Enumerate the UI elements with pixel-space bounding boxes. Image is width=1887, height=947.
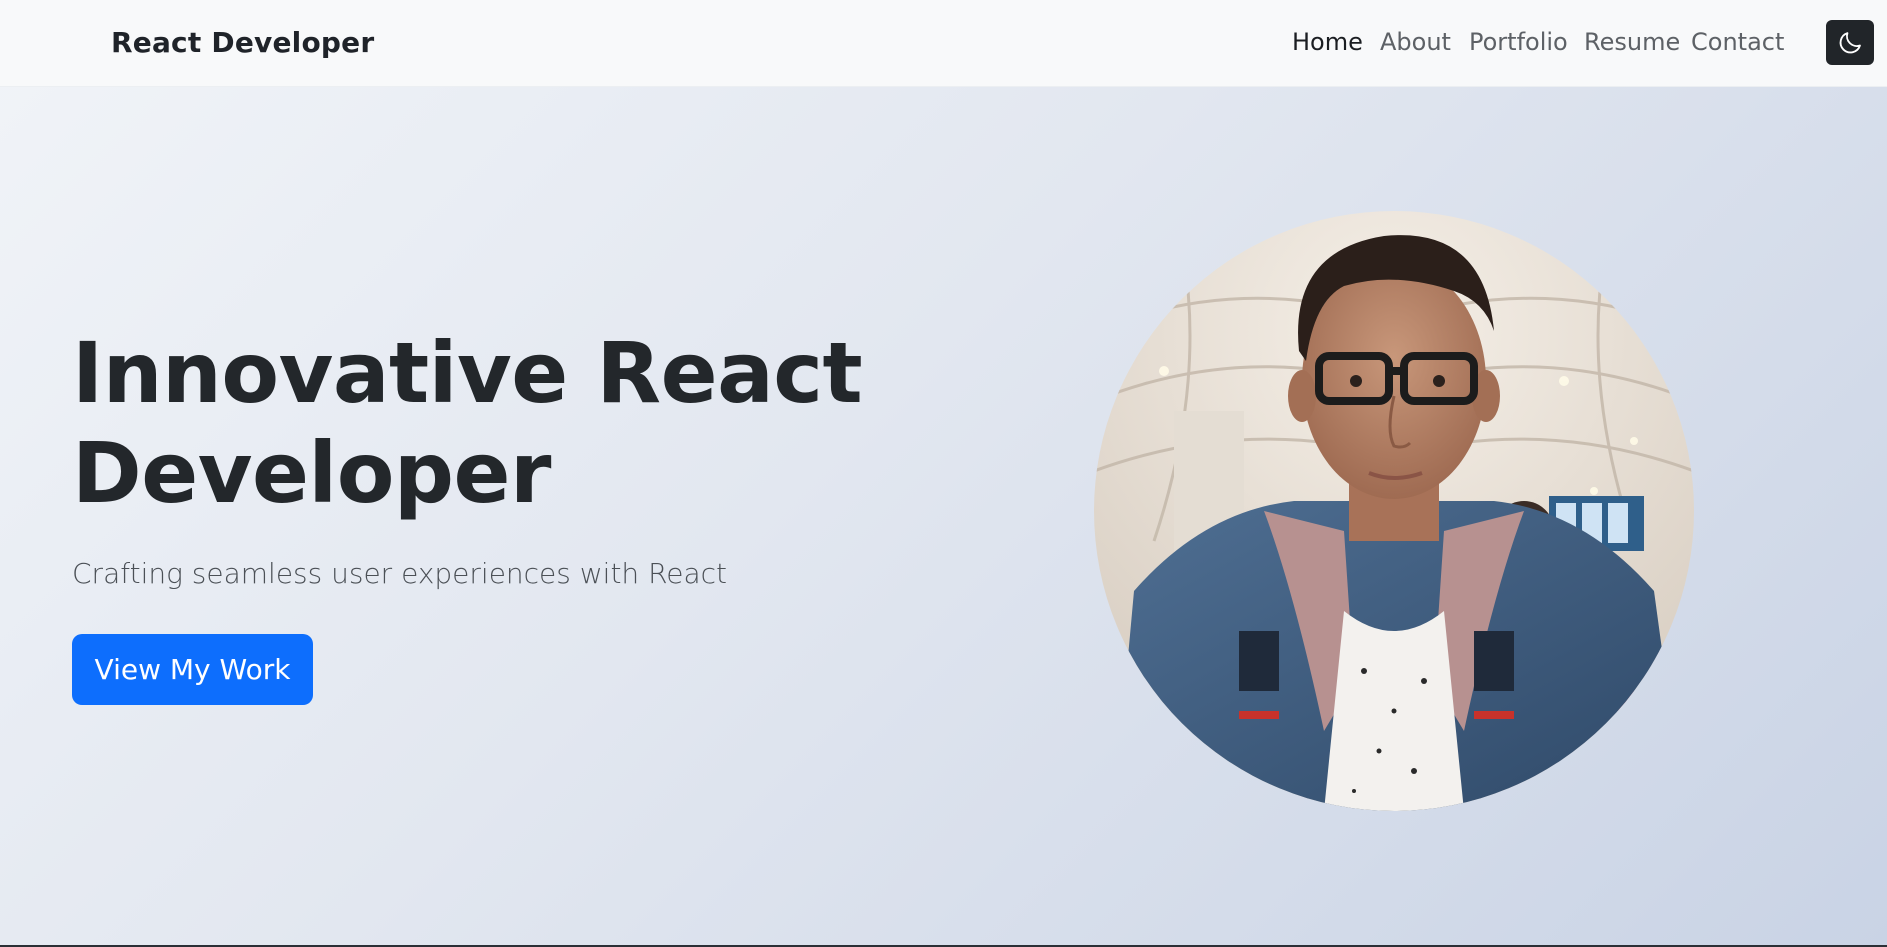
hero-title-line-2: Developer (72, 424, 551, 522)
moon-icon (1839, 31, 1861, 53)
hero-title-line-1: Innovative React (72, 324, 863, 422)
nav-link-about[interactable]: About (1380, 28, 1451, 56)
nav-link-resume[interactable]: Resume (1584, 28, 1680, 56)
nav-link-portfolio[interactable]: Portfolio (1469, 28, 1568, 56)
navbar: React Developer Home About Portfolio Res… (0, 0, 1887, 87)
hero-subtitle: Crafting seamless user experiences with … (72, 557, 728, 590)
theme-toggle-button[interactable] (1826, 20, 1874, 65)
view-my-work-button[interactable]: View My Work (72, 634, 313, 705)
hero-title: Innovative React Developer (72, 323, 863, 523)
brand-link[interactable]: React Developer (111, 26, 374, 59)
nav-link-home[interactable]: Home (1292, 28, 1363, 56)
profile-photo-illustration (1094, 211, 1694, 811)
profile-photo (1094, 211, 1694, 811)
nav-link-contact[interactable]: Contact (1691, 28, 1784, 56)
